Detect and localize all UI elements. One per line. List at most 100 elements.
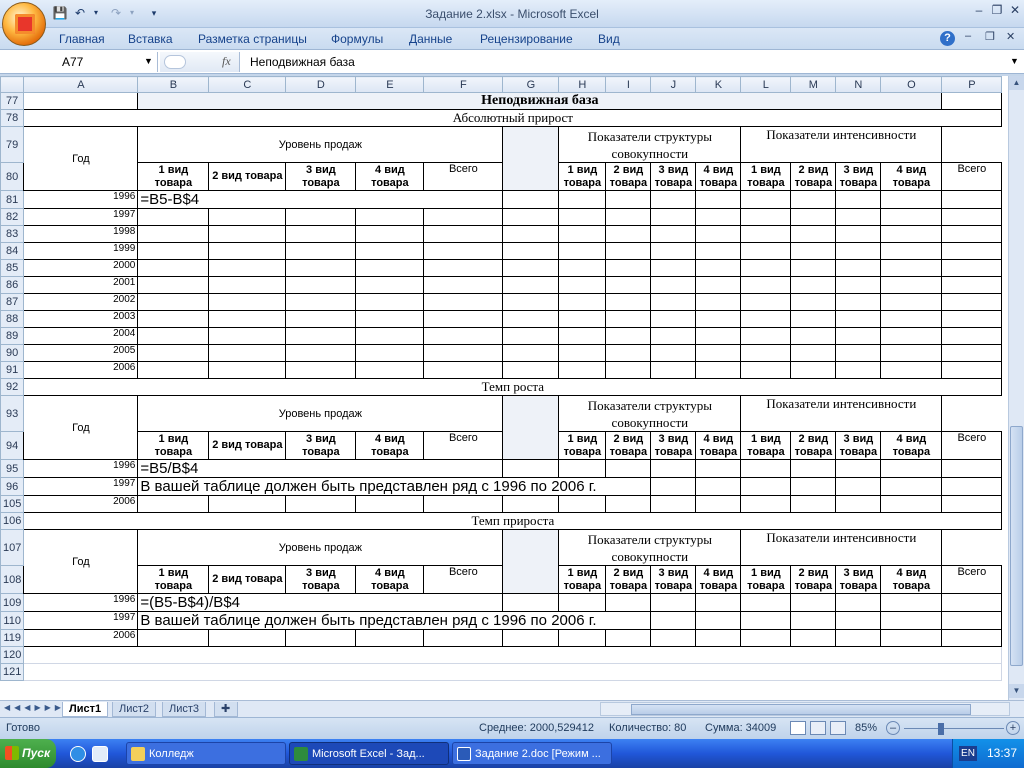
product-header[interactable]: 4 вид товара bbox=[880, 431, 943, 460]
year-header[interactable]: Год bbox=[23, 529, 139, 594]
cell[interactable] bbox=[502, 190, 560, 209]
product-header[interactable]: 3 вид товара bbox=[285, 162, 357, 191]
office-button[interactable] bbox=[2, 2, 46, 46]
cell[interactable] bbox=[835, 310, 882, 328]
cell[interactable] bbox=[740, 477, 792, 496]
cell[interactable] bbox=[790, 344, 837, 362]
column-header[interactable]: E bbox=[355, 76, 425, 93]
cell[interactable] bbox=[740, 361, 792, 379]
cell[interactable] bbox=[880, 327, 943, 345]
normal-view-icon[interactable] bbox=[790, 721, 806, 735]
cell[interactable] bbox=[605, 259, 652, 277]
tab-view[interactable]: Вид bbox=[598, 32, 620, 46]
product-header[interactable]: 2 вид товара bbox=[208, 431, 287, 460]
cell[interactable] bbox=[695, 293, 742, 311]
product-header[interactable]: 3 вид товара bbox=[650, 431, 697, 460]
cell[interactable] bbox=[835, 629, 882, 647]
row-header[interactable]: 82 bbox=[0, 208, 25, 226]
cell[interactable] bbox=[137, 276, 210, 294]
empty-row[interactable] bbox=[23, 663, 1003, 681]
close-button[interactable]: ✕ bbox=[1006, 3, 1024, 17]
help-icon[interactable]: ? bbox=[940, 31, 955, 46]
cell[interactable] bbox=[740, 593, 792, 612]
cell[interactable] bbox=[790, 225, 837, 243]
cell[interactable] bbox=[941, 310, 1003, 328]
cell[interactable] bbox=[790, 190, 837, 209]
cell[interactable] bbox=[880, 276, 943, 294]
zoom-out-icon[interactable]: – bbox=[886, 721, 900, 735]
section-title-absolute[interactable]: Абсолютный прирост bbox=[23, 109, 1003, 127]
tab-review[interactable]: Рецензирование bbox=[480, 32, 573, 46]
cell[interactable] bbox=[695, 361, 742, 379]
product-header[interactable]: 2 вид товара bbox=[605, 565, 652, 594]
cell[interactable] bbox=[605, 242, 652, 260]
product-header[interactable]: 4 вид товара bbox=[695, 431, 742, 460]
cell[interactable] bbox=[423, 327, 504, 345]
cell[interactable] bbox=[558, 629, 607, 647]
cell[interactable] bbox=[880, 344, 943, 362]
cell[interactable] bbox=[941, 92, 1003, 110]
column-header[interactable]: A bbox=[23, 76, 139, 93]
cell[interactable] bbox=[880, 310, 943, 328]
product-header[interactable]: 3 вид товара bbox=[285, 431, 357, 460]
row-header[interactable]: 87 bbox=[0, 293, 25, 311]
cell[interactable] bbox=[502, 459, 560, 478]
sheet-tab-3[interactable]: Лист3 bbox=[162, 702, 207, 717]
product-header[interactable]: 1 вид товара bbox=[558, 162, 607, 191]
section-title-growth-rate[interactable]: Темп роста bbox=[23, 378, 1003, 396]
cell[interactable] bbox=[740, 344, 792, 362]
start-button[interactable]: Пуск bbox=[0, 739, 56, 768]
cell[interactable] bbox=[423, 208, 504, 226]
total-header[interactable]: Всего bbox=[423, 565, 504, 594]
empty-row[interactable] bbox=[23, 646, 1003, 664]
cell[interactable] bbox=[605, 208, 652, 226]
cell[interactable] bbox=[695, 259, 742, 277]
cell[interactable] bbox=[695, 276, 742, 294]
cell[interactable] bbox=[423, 361, 504, 379]
cell[interactable] bbox=[835, 495, 882, 513]
row-header[interactable]: 119 bbox=[0, 629, 25, 647]
cell[interactable] bbox=[502, 495, 560, 513]
cell[interactable] bbox=[558, 225, 607, 243]
cell[interactable] bbox=[790, 327, 837, 345]
cell[interactable] bbox=[605, 629, 652, 647]
cell[interactable] bbox=[695, 190, 742, 209]
cell[interactable] bbox=[941, 293, 1003, 311]
cell[interactable] bbox=[740, 310, 792, 328]
fx-icon[interactable]: fx bbox=[222, 54, 231, 69]
name-box[interactable]: A77 bbox=[0, 52, 158, 72]
scroll-up-icon[interactable]: ▲ bbox=[1009, 76, 1024, 90]
cell[interactable] bbox=[941, 344, 1003, 362]
product-header[interactable]: 4 вид товара bbox=[880, 162, 943, 191]
year-cell[interactable]: 2003 bbox=[23, 310, 139, 328]
cell[interactable] bbox=[208, 327, 287, 345]
row-header[interactable]: 86 bbox=[0, 276, 25, 294]
product-header[interactable]: 1 вид товара bbox=[137, 431, 210, 460]
cell[interactable] bbox=[285, 344, 357, 362]
title-cell[interactable]: Неподвижная база bbox=[137, 92, 943, 110]
cell[interactable] bbox=[695, 629, 742, 647]
cell[interactable] bbox=[502, 242, 560, 260]
year-cell[interactable]: 2006 bbox=[23, 495, 139, 513]
language-indicator[interactable]: EN bbox=[959, 746, 977, 761]
cell[interactable] bbox=[605, 190, 652, 209]
tab-formulas[interactable]: Формулы bbox=[331, 32, 383, 46]
year-cell[interactable]: 1999 bbox=[23, 242, 139, 260]
zoom-in-icon[interactable]: + bbox=[1006, 721, 1020, 735]
sheet-tab-2[interactable]: Лист2 bbox=[112, 702, 157, 717]
note-cell[interactable]: В вашей таблице должен быть представлен … bbox=[137, 477, 652, 496]
cell[interactable] bbox=[605, 276, 652, 294]
sheet-nav-icons[interactable]: ◀◀◀▶▶▶ bbox=[4, 703, 65, 712]
cell[interactable] bbox=[790, 459, 837, 478]
product-header[interactable]: 2 вид товара bbox=[790, 431, 837, 460]
cell[interactable] bbox=[880, 611, 943, 630]
row-header[interactable]: 93 bbox=[0, 395, 25, 432]
formula-cell[interactable]: =B5-B$4 bbox=[137, 190, 504, 209]
total-header[interactable]: Всего bbox=[423, 162, 504, 191]
product-header[interactable]: 4 вид товара bbox=[695, 162, 742, 191]
cell[interactable] bbox=[355, 629, 425, 647]
cell[interactable] bbox=[941, 459, 1003, 478]
cell[interactable] bbox=[695, 344, 742, 362]
formula-cell[interactable]: =B5/B$4 bbox=[137, 459, 504, 478]
cell[interactable] bbox=[880, 593, 943, 612]
